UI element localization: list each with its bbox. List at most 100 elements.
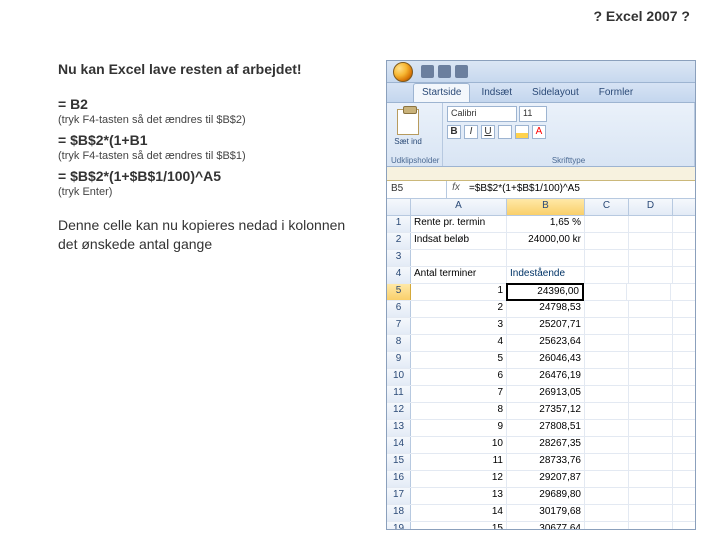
cell-c[interactable] (585, 369, 629, 385)
cell-c[interactable] (585, 335, 629, 351)
cell-c[interactable] (585, 488, 629, 504)
tab-layout[interactable]: Sidelayout (523, 83, 588, 102)
font-name-select[interactable]: Calibri (447, 106, 517, 122)
cell-d[interactable] (629, 250, 673, 266)
cell-a[interactable] (411, 250, 507, 266)
tab-formulas[interactable]: Formler (590, 83, 642, 102)
cell-a[interactable]: 1 (411, 284, 507, 300)
row-header[interactable]: 13 (387, 420, 411, 436)
cell-b[interactable]: 30179,68 (507, 505, 585, 521)
cell-b[interactable]: 26046,43 (507, 352, 585, 368)
row-header[interactable]: 4 (387, 267, 411, 283)
cell-b[interactable]: 29689,80 (507, 488, 585, 504)
cell-d[interactable] (629, 505, 673, 521)
cell-d[interactable] (627, 284, 671, 300)
cell-c[interactable] (585, 522, 629, 530)
cell-a[interactable]: 11 (411, 454, 507, 470)
tab-insert[interactable]: Indsæt (472, 83, 521, 102)
col-header-c[interactable]: C (585, 199, 629, 215)
cell-b[interactable]: 30677,64 (507, 522, 585, 530)
row-header[interactable]: 18 (387, 505, 411, 521)
row-header[interactable]: 10 (387, 369, 411, 385)
font-size-select[interactable]: 11 (519, 106, 547, 122)
cell-a[interactable]: 8 (411, 403, 507, 419)
cell-d[interactable] (629, 301, 673, 317)
cell-a[interactable]: Indsat beløb (411, 233, 507, 249)
formula-input[interactable]: =$B$2*(1+$B$1/100)^A5 (465, 181, 695, 198)
cell-b[interactable]: 26913,05 (507, 386, 585, 402)
cell-d[interactable] (629, 267, 673, 283)
cell-d[interactable] (629, 386, 673, 402)
cell-b[interactable]: 28733,76 (507, 454, 585, 470)
cell-a[interactable]: 10 (411, 437, 507, 453)
row-header[interactable]: 8 (387, 335, 411, 351)
italic-button[interactable]: I (464, 125, 478, 139)
cell-b[interactable]: 25207,71 (507, 318, 585, 334)
cell-c[interactable] (585, 250, 629, 266)
office-button[interactable] (393, 62, 413, 82)
row-header[interactable]: 6 (387, 301, 411, 317)
bold-button[interactable]: B (447, 125, 461, 139)
cell-c[interactable] (585, 233, 629, 249)
fill-color-button[interactable] (515, 125, 529, 139)
row-header[interactable]: 15 (387, 454, 411, 470)
cell-d[interactable] (629, 437, 673, 453)
cell-c[interactable] (585, 216, 629, 232)
cell-c[interactable] (585, 471, 629, 487)
name-box[interactable]: B5 (387, 181, 447, 198)
row-header[interactable]: 9 (387, 352, 411, 368)
qat-undo-icon[interactable] (438, 65, 451, 78)
cell-c[interactable] (583, 284, 627, 300)
cell-b[interactable]: 24396,00 (506, 283, 584, 301)
cell-c[interactable] (585, 437, 629, 453)
font-color-button[interactable]: A (532, 125, 546, 139)
row-header[interactable]: 19 (387, 522, 411, 530)
cell-d[interactable] (629, 318, 673, 334)
cell-c[interactable] (585, 403, 629, 419)
qat-save-icon[interactable] (421, 65, 434, 78)
cell-c[interactable] (585, 420, 629, 436)
row-header[interactable]: 5 (387, 284, 411, 300)
cell-d[interactable] (629, 488, 673, 504)
row-header[interactable]: 16 (387, 471, 411, 487)
select-all-corner[interactable] (387, 199, 411, 215)
cell-d[interactable] (629, 216, 673, 232)
qat-redo-icon[interactable] (455, 65, 468, 78)
cell-c[interactable] (585, 301, 629, 317)
cell-c[interactable] (585, 386, 629, 402)
fx-icon[interactable]: fx (447, 181, 465, 198)
tab-home[interactable]: Startside (413, 83, 470, 102)
cell-a[interactable]: Antal terminer (411, 267, 507, 283)
row-header[interactable]: 14 (387, 437, 411, 453)
cell-d[interactable] (629, 454, 673, 470)
cell-b[interactable]: 24798,53 (507, 301, 585, 317)
cell-c[interactable] (585, 352, 629, 368)
cell-d[interactable] (629, 352, 673, 368)
row-header[interactable]: 12 (387, 403, 411, 419)
cell-b[interactable] (507, 250, 585, 266)
cell-d[interactable] (629, 420, 673, 436)
row-header[interactable]: 1 (387, 216, 411, 232)
cell-d[interactable] (629, 335, 673, 351)
cell-a[interactable]: 15 (411, 522, 507, 530)
col-header-b[interactable]: B (507, 199, 585, 215)
cell-a[interactable]: 13 (411, 488, 507, 504)
cell-a[interactable]: 2 (411, 301, 507, 317)
col-header-d[interactable]: D (629, 199, 673, 215)
cell-c[interactable] (585, 505, 629, 521)
cell-a[interactable]: 12 (411, 471, 507, 487)
cell-b[interactable]: 28267,35 (507, 437, 585, 453)
cell-d[interactable] (629, 471, 673, 487)
cell-c[interactable] (585, 454, 629, 470)
cell-a[interactable]: 4 (411, 335, 507, 351)
cell-b[interactable]: 29207,87 (507, 471, 585, 487)
cell-a[interactable]: 9 (411, 420, 507, 436)
cell-b[interactable]: 24000,00 kr (507, 233, 585, 249)
row-header[interactable]: 11 (387, 386, 411, 402)
cell-c[interactable] (585, 267, 629, 283)
border-button[interactable] (498, 125, 512, 139)
cell-b[interactable]: 1,65 % (507, 216, 585, 232)
cell-d[interactable] (629, 233, 673, 249)
cell-a[interactable]: 5 (411, 352, 507, 368)
cell-d[interactable] (629, 403, 673, 419)
